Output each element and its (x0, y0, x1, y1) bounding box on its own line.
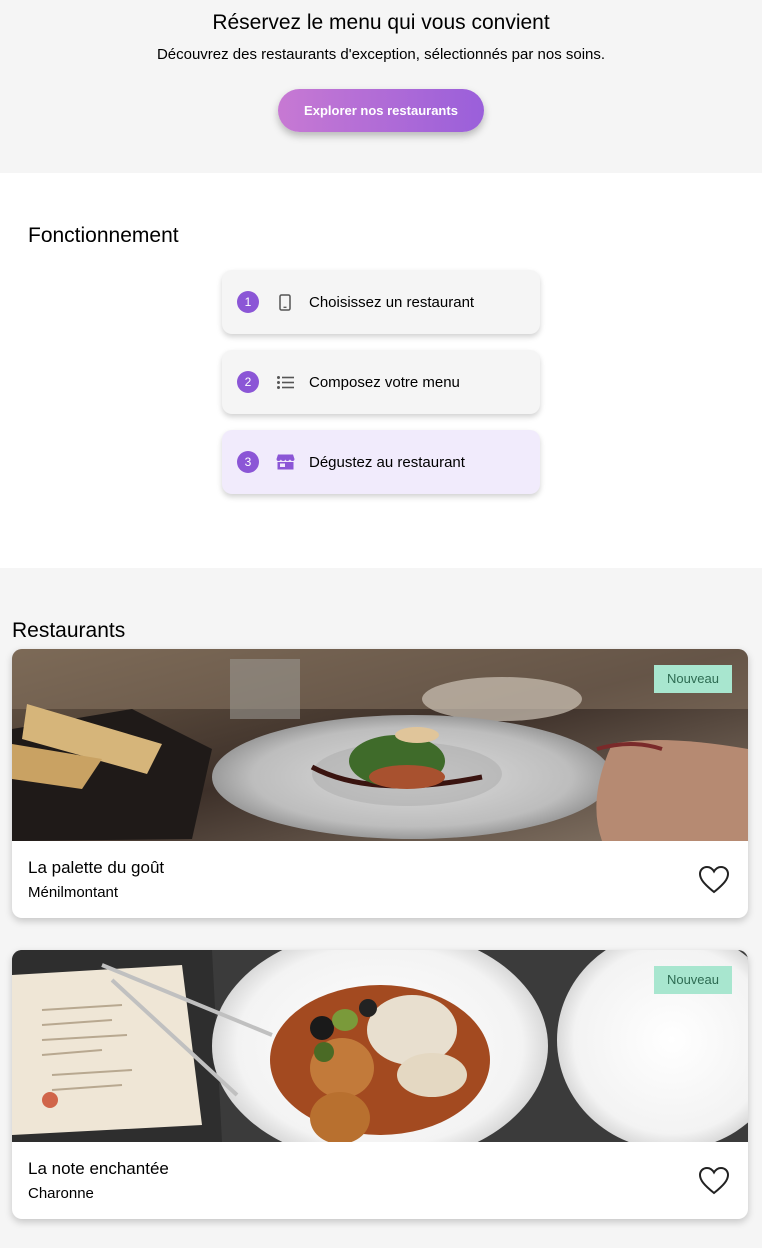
explore-restaurants-button[interactable]: Explorer nos restaurants (278, 89, 484, 132)
step-enjoy-restaurant[interactable]: 3 Dégustez au restaurant (222, 430, 540, 494)
how-it-works-section: Fonctionnement 1 Choisissez un restauran… (0, 173, 762, 568)
restaurant-area: Charonne (28, 1185, 94, 1202)
restaurant-photo: Nouveau (12, 649, 748, 841)
restaurant-photo: Nouveau (12, 950, 748, 1142)
step-label: Dégustez au restaurant (309, 453, 465, 471)
hero-subtitle: Découvrez des restaurants d'exception, s… (156, 46, 606, 63)
steps-list: 1 Choisissez un restaurant 2 Composez vo… (222, 270, 540, 494)
restaurants-section: Restaurants Nouveau La palette du goût M… (0, 568, 762, 1248)
store-icon (275, 452, 295, 472)
restaurant-card[interactable]: Nouveau La note enchantée Charonne (12, 950, 748, 1219)
restaurant-name: La note enchantée (28, 1159, 169, 1178)
step-compose-menu[interactable]: 2 Composez votre menu (222, 350, 540, 414)
step-number: 2 (237, 371, 259, 393)
section-title: Fonctionnement (28, 224, 179, 247)
restaurant-info: La note enchantée Charonne (12, 1142, 748, 1219)
restaurant-name: La palette du goût (28, 858, 165, 877)
new-badge: Nouveau (653, 665, 732, 693)
step-number: 1 (237, 291, 259, 313)
restaurant-area: Ménilmontant (28, 884, 119, 901)
new-badge: Nouveau (653, 966, 732, 994)
step-number: 3 (237, 451, 259, 473)
restaurant-card[interactable]: Nouveau La palette du goût Ménilmontant (12, 649, 748, 918)
hero-section: Réservez le menu qui vous convient Décou… (0, 0, 762, 173)
heart-icon[interactable] (698, 865, 730, 895)
step-label: Choisissez un restaurant (309, 293, 475, 311)
restaurant-info: La palette du goût Ménilmontant (12, 841, 748, 918)
heart-icon[interactable] (698, 1166, 730, 1196)
hero-title: Réservez le menu qui vous convient (212, 11, 550, 34)
section-title: Restaurants (12, 619, 126, 642)
step-choose-restaurant[interactable]: 1 Choisissez un restaurant (222, 270, 540, 334)
list-icon (275, 372, 295, 392)
smartphone-icon (275, 292, 295, 312)
step-label: Composez votre menu (309, 373, 460, 391)
